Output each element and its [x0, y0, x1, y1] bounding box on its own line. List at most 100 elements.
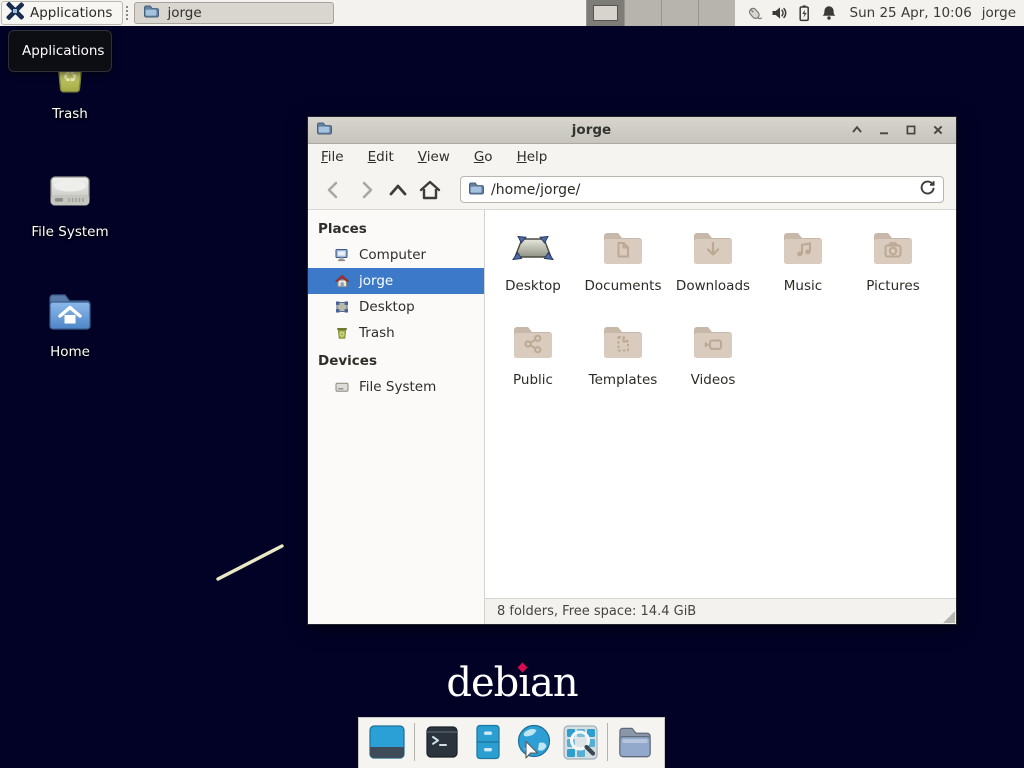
- panel-user-menu[interactable]: jorge: [982, 5, 1016, 21]
- system-tray: [735, 4, 846, 22]
- debian-logo: debıan: [436, 660, 588, 706]
- workspace-3[interactable]: [661, 0, 698, 26]
- computer-icon: [334, 247, 350, 263]
- side-pane: Places Computer: [308, 210, 485, 624]
- desktop-pad-icon: [509, 224, 557, 272]
- menubar: File Edit View Go Help: [308, 144, 956, 170]
- tooltip-text: Applications: [22, 43, 104, 59]
- file-icon-downloads[interactable]: Downloads: [668, 224, 758, 318]
- location-bar[interactable]: [460, 176, 944, 203]
- terminal-button[interactable]: [423, 723, 461, 761]
- music-folder-icon: [779, 224, 827, 272]
- drive-mini-icon: [334, 379, 350, 395]
- xfce-applications-icon: [6, 2, 24, 24]
- mouse-icon[interactable]: [745, 4, 763, 22]
- resize-grip[interactable]: [943, 611, 955, 623]
- taskbar-window-button[interactable]: jorge: [134, 2, 334, 24]
- file-view[interactable]: Desktop Documents: [485, 210, 956, 598]
- hard-drive-icon: [43, 164, 97, 220]
- file-icon-desktop[interactable]: Desktop: [488, 224, 578, 318]
- window-titlebar[interactable]: jorge: [308, 117, 956, 144]
- notifications-bell-icon[interactable]: [820, 4, 838, 22]
- file-label: Music: [784, 278, 822, 294]
- reload-icon[interactable]: [919, 179, 936, 200]
- back-button[interactable]: [320, 176, 348, 204]
- sidebar-item-trash[interactable]: Trash: [308, 320, 484, 346]
- sidebar-item-label: jorge: [359, 273, 393, 289]
- web-browser-button[interactable]: [515, 723, 553, 761]
- panel-handle[interactable]: [125, 5, 130, 21]
- dock-panel: [358, 717, 665, 768]
- maximize-button[interactable]: [905, 124, 917, 136]
- sidebar-item-label: Computer: [359, 247, 426, 263]
- public-folder-icon: [509, 318, 557, 366]
- debian-logo-prefix: deb: [446, 660, 518, 706]
- dock-folder-icon: [616, 724, 654, 760]
- workspace-4[interactable]: [698, 0, 735, 26]
- pictures-folder-icon: [869, 224, 917, 272]
- forward-button[interactable]: [352, 176, 380, 204]
- sidebar-item-jorge[interactable]: jorge: [308, 268, 484, 294]
- file-icon-music[interactable]: Music: [758, 224, 848, 318]
- desktop-icon-home[interactable]: Home: [20, 284, 120, 360]
- file-icon-documents[interactable]: Documents: [578, 224, 668, 318]
- workspace-1[interactable]: [587, 0, 624, 26]
- debian-logo-suffix: an: [530, 660, 578, 706]
- application-finder-icon: [562, 724, 599, 761]
- sidebar-item-desktop[interactable]: Desktop: [308, 294, 484, 320]
- file-label: Templates: [589, 372, 658, 388]
- file-label: Documents: [585, 278, 662, 294]
- sidebar-item-label: Desktop: [359, 299, 415, 315]
- documents-folder-icon: [599, 224, 647, 272]
- window-title: jorge: [332, 122, 851, 138]
- downloads-folder-icon: [689, 224, 737, 272]
- panel-clock[interactable]: Sun 25 Apr, 10:06: [850, 5, 972, 21]
- videos-folder-icon: [689, 318, 737, 366]
- dock-separator: [414, 723, 415, 761]
- desktop-stray-line: [210, 538, 296, 590]
- workspace-window-thumb: [593, 5, 618, 21]
- file-manager-button[interactable]: [469, 723, 507, 761]
- devices-header: Devices: [308, 346, 484, 374]
- close-button[interactable]: [932, 124, 944, 136]
- file-icon-templates[interactable]: Templates: [578, 318, 668, 412]
- menu-view[interactable]: View: [418, 149, 450, 165]
- shade-button[interactable]: [851, 124, 863, 136]
- battery-icon[interactable]: [795, 4, 813, 22]
- applications-menu-button[interactable]: Applications: [1, 1, 123, 25]
- desktop-root: Applications jorge: [0, 0, 1024, 768]
- location-folder-icon: [468, 180, 484, 200]
- menu-go[interactable]: Go: [474, 149, 493, 165]
- top-panel: Applications jorge: [0, 0, 1024, 26]
- file-icon-videos[interactable]: Videos: [668, 318, 758, 412]
- debian-logo-i: ı: [518, 660, 530, 706]
- terminal-icon: [424, 724, 460, 760]
- location-input[interactable]: [491, 182, 912, 198]
- file-icon-pictures[interactable]: Pictures: [848, 224, 938, 318]
- desktop-icon-label: File System: [20, 224, 120, 240]
- window-folder-icon: [316, 120, 332, 140]
- volume-icon[interactable]: [770, 4, 788, 22]
- minimize-button[interactable]: [878, 124, 890, 136]
- file-label: Downloads: [676, 278, 750, 294]
- menu-file[interactable]: File: [321, 149, 344, 165]
- desktop-icon-label: Trash: [20, 106, 120, 122]
- home-button[interactable]: [416, 176, 444, 204]
- taskbar-folder-icon: [143, 3, 159, 23]
- sidebar-item-computer[interactable]: Computer: [308, 242, 484, 268]
- show-desktop-button[interactable]: [368, 723, 406, 761]
- dock-separator: [607, 723, 608, 761]
- workspace-2[interactable]: [624, 0, 661, 26]
- up-button[interactable]: [384, 176, 412, 204]
- application-finder-button[interactable]: [561, 723, 599, 761]
- sidebar-item-file-system[interactable]: File System: [308, 374, 484, 400]
- desktop-icon-file-system[interactable]: File System: [20, 164, 120, 240]
- templates-folder-icon: [599, 318, 647, 366]
- toolbar: [308, 170, 956, 210]
- file-label: Desktop: [505, 278, 561, 294]
- menu-edit[interactable]: Edit: [368, 149, 394, 165]
- folder-shortcut-button[interactable]: [616, 723, 654, 761]
- menu-help[interactable]: Help: [517, 149, 548, 165]
- file-label: Pictures: [866, 278, 919, 294]
- file-icon-public[interactable]: Public: [488, 318, 578, 412]
